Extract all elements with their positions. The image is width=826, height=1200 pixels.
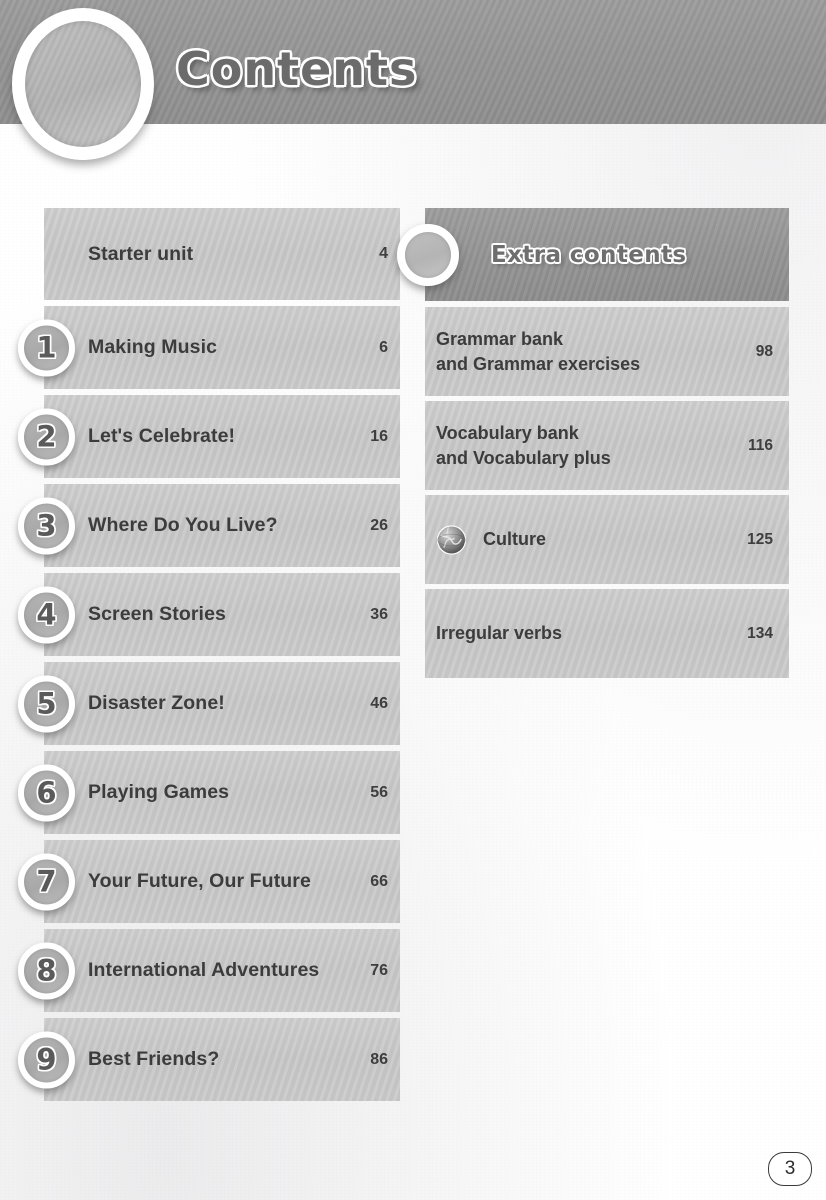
list-item[interactable]: 8 International Adventures 76 <box>18 929 400 1012</box>
unit-number-badge: 4 <box>18 586 75 643</box>
unit-page-number: 86 <box>370 1050 388 1068</box>
extra-item-line1: Grammar bank <box>436 329 564 350</box>
list-item[interactable]: Starter unit 4 <box>44 208 400 300</box>
unit-number-badge: 2 <box>18 408 75 465</box>
extra-item-line2: and Grammar exercises <box>436 353 641 374</box>
unit-number: 3 <box>36 508 57 542</box>
list-item[interactable]: 3 Where Do You Live? 26 <box>18 484 400 567</box>
extra-item-line1: Vocabulary bank <box>436 423 579 444</box>
unit-page-number: 36 <box>370 605 388 623</box>
extra-contents-list: Extra contents Grammar bank and Grammar … <box>397 208 789 683</box>
extra-item-page-number: 116 <box>747 436 773 454</box>
unit-page-number: 26 <box>370 516 388 534</box>
unit-number: 4 <box>36 597 57 631</box>
list-item[interactable]: Irregular verbs 134 <box>425 589 789 678</box>
list-item[interactable]: Culture 125 <box>425 495 789 584</box>
unit-number-badge: 7 <box>18 853 75 910</box>
extra-item-label: Irregular verbs <box>436 621 562 645</box>
unit-number-badge: 6 <box>18 764 75 821</box>
unit-number-badge: 1 <box>18 319 75 376</box>
unit-number: 5 <box>36 686 57 720</box>
unit-number: 1 <box>36 330 57 364</box>
unit-label: Making Music <box>88 336 218 358</box>
unit-number: 6 <box>36 775 57 809</box>
unit-label: Your Future, Our Future <box>88 870 311 892</box>
unit-page-number: 16 <box>370 427 388 445</box>
unit-page-number: 4 <box>379 245 388 262</box>
unit-label: Starter unit <box>88 242 194 265</box>
contents-page: Contents Starter unit 4 1 Making Music 6… <box>0 0 826 1200</box>
unit-number-badge: 8 <box>18 942 75 999</box>
unit-number: 2 <box>36 419 57 453</box>
unit-label: Best Friends? <box>88 1048 220 1070</box>
extra-contents-title: Extra contents <box>491 241 687 268</box>
list-item[interactable]: Grammar bank and Grammar exercises 98 <box>425 307 789 396</box>
unit-label: Screen Stories <box>88 603 226 625</box>
extra-item-label: Vocabulary bank and Vocabulary plus <box>436 421 611 470</box>
unit-page-number: 66 <box>370 872 388 890</box>
list-item[interactable]: 7 Your Future, Our Future 66 <box>18 840 400 923</box>
unit-number-badge: 3 <box>18 497 75 554</box>
unit-number-badge: 9 <box>18 1031 75 1088</box>
extra-item-line1: Culture <box>483 529 546 550</box>
extra-item-label: Culture <box>483 527 546 551</box>
list-item[interactable]: Vocabulary bank and Vocabulary plus 116 <box>425 401 789 490</box>
page-folio-number: 3 <box>784 1158 796 1179</box>
list-item[interactable]: 4 Screen Stories 36 <box>18 573 400 656</box>
unit-label: Where Do You Live? <box>88 514 278 536</box>
extra-item-line1: Irregular verbs <box>436 623 563 644</box>
page-folio: 3 <box>768 1152 812 1186</box>
unit-label: International Adventures <box>88 959 320 981</box>
list-item[interactable]: 5 Disaster Zone! 46 <box>18 662 400 745</box>
extra-item-page-number: 134 <box>747 624 773 642</box>
extra-item-label: Grammar bank and Grammar exercises <box>436 327 640 376</box>
unit-number: 7 <box>36 864 57 898</box>
circle-ring-icon <box>397 223 459 286</box>
unit-page-number: 76 <box>370 961 388 979</box>
extra-item-line2: and Vocabulary plus <box>436 447 611 468</box>
unit-page-number: 56 <box>370 783 388 801</box>
extra-contents-header: Extra contents <box>397 208 789 301</box>
list-item[interactable]: 6 Playing Games 56 <box>18 751 400 834</box>
unit-number-badge: 5 <box>18 675 75 732</box>
unit-list: Starter unit 4 1 Making Music 6 2 Let's … <box>18 208 400 1107</box>
list-item[interactable]: 9 Best Friends? 86 <box>18 1018 400 1101</box>
globe-icon <box>436 524 467 555</box>
unit-page-number: 46 <box>370 694 388 712</box>
unit-label: Disaster Zone! <box>88 692 225 714</box>
page-title: Contents <box>176 42 418 96</box>
list-item[interactable]: 1 Making Music 6 <box>18 306 400 389</box>
unit-label: Playing Games <box>88 781 230 803</box>
unit-number: 9 <box>36 1042 57 1076</box>
unit-page-number: 6 <box>379 338 388 356</box>
unit-label: Let's Celebrate! <box>88 425 236 447</box>
list-item[interactable]: 2 Let's Celebrate! 16 <box>18 395 400 478</box>
extra-item-page-number: 98 <box>755 342 773 360</box>
circle-ring-icon <box>12 8 154 160</box>
unit-number: 8 <box>36 953 57 987</box>
extra-item-page-number: 125 <box>747 530 773 548</box>
